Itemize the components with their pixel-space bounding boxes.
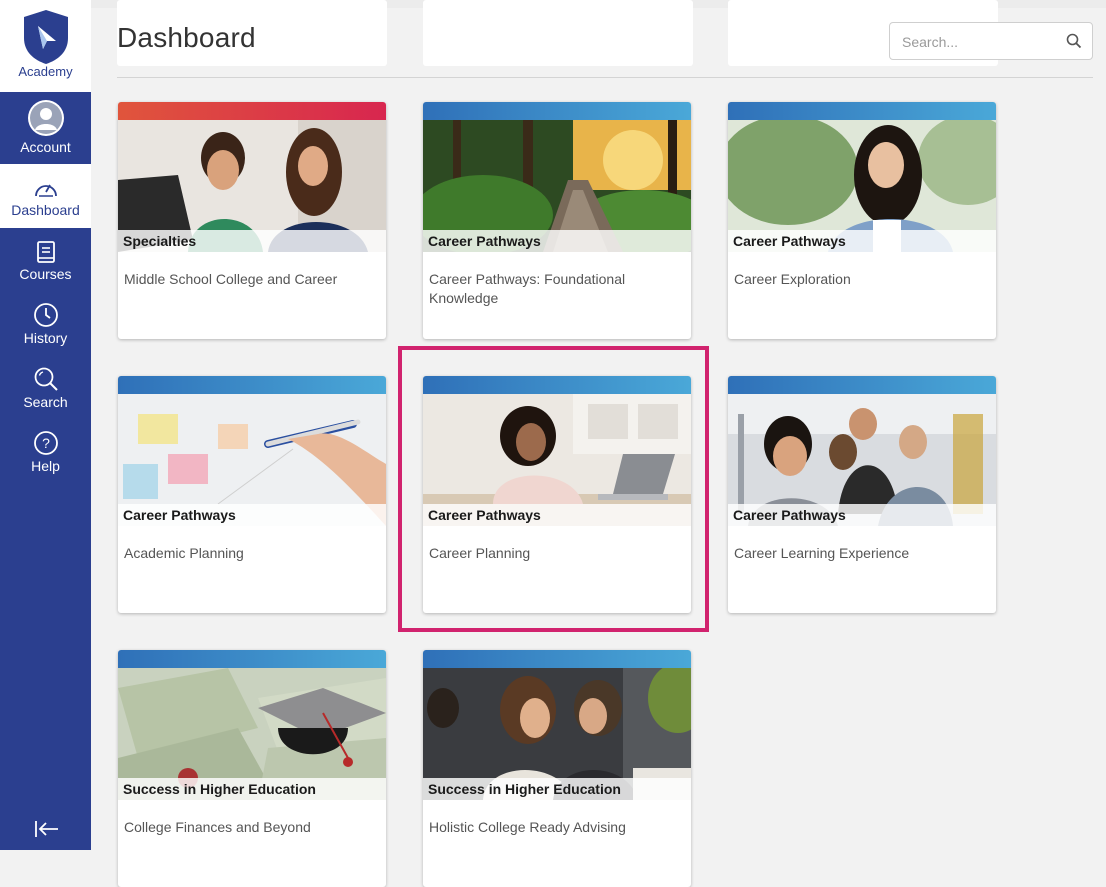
- sidebar-item-dashboard[interactable]: Dashboard: [0, 164, 91, 228]
- course-title: College Finances and Beyond: [124, 819, 311, 835]
- course-category: Specialties: [118, 230, 386, 252]
- magnifier-icon: [33, 362, 59, 392]
- course-title: Academic Planning: [124, 545, 244, 561]
- card-color-bar: [423, 650, 691, 668]
- course-image: Career Pathways: [423, 120, 691, 252]
- course-image: Specialties: [118, 120, 386, 252]
- sidebar-item-history[interactable]: History: [0, 292, 91, 356]
- sidebar-item-label: Search: [23, 394, 68, 410]
- brand-name: Academy: [18, 64, 73, 79]
- search-icon[interactable]: [1066, 33, 1082, 49]
- course-title: Holistic College Ready Advising: [429, 819, 626, 835]
- help-circle-icon: ?: [33, 426, 59, 456]
- clock-icon: [33, 298, 59, 328]
- sidebar-item-label: Dashboard: [11, 202, 80, 218]
- search-input[interactable]: [900, 31, 1054, 53]
- course-title: Career Learning Experience: [734, 545, 910, 561]
- card-color-bar: [118, 650, 386, 668]
- card-color-bar: [728, 376, 996, 394]
- brand-logo[interactable]: Academy: [0, 0, 91, 92]
- shield-logo-icon: [23, 10, 68, 64]
- course-title: Career Pathways: Foundational Knowledge: [429, 271, 626, 306]
- course-title: Career Exploration: [734, 271, 851, 287]
- card-color-bar: [118, 102, 386, 120]
- course-card[interactable]: Career Pathways Career Exploration: [728, 102, 996, 339]
- svg-text:?: ?: [42, 435, 50, 451]
- course-category: Success in Higher Education: [118, 778, 386, 800]
- card-color-bar: [118, 376, 386, 394]
- course-image: Success in Higher Education: [423, 668, 691, 800]
- course-category: Success in Higher Education: [423, 778, 691, 800]
- sidebar-item-label: Help: [31, 458, 60, 474]
- course-card[interactable]: Specialties Middle School College and Ca…: [118, 102, 386, 339]
- course-category: Career Pathways: [118, 504, 386, 526]
- card-color-bar: [728, 102, 996, 120]
- sidebar-item-label: Account: [20, 139, 71, 155]
- course-category: Career Pathways: [728, 504, 996, 526]
- course-card[interactable]: Career Pathways Academic Planning: [118, 376, 386, 613]
- course-image: Career Pathways: [118, 394, 386, 526]
- course-category: Career Pathways: [423, 504, 691, 526]
- speedometer-icon: [33, 170, 59, 200]
- course-category: Career Pathways: [423, 230, 691, 252]
- card-color-bar: [423, 376, 691, 394]
- course-image: Success in Higher Education: [118, 668, 386, 800]
- course-card[interactable]: Career Pathways Career Learning Experien…: [728, 376, 996, 613]
- collapse-left-icon: [35, 821, 58, 837]
- user-avatar-icon: [27, 99, 65, 137]
- course-image: Career Pathways: [423, 394, 691, 526]
- course-card[interactable]: Success in Higher Education College Fina…: [118, 650, 386, 887]
- course-card[interactable]: Success in Higher Education Holistic Col…: [423, 650, 691, 887]
- sidebar-item-search[interactable]: Search: [0, 356, 91, 420]
- sidebar-item-label: Courses: [19, 266, 72, 282]
- page-title: Dashboard: [117, 22, 256, 53]
- course-title: Career Planning: [429, 545, 531, 561]
- sidebar-item-account[interactable]: Account: [0, 96, 91, 160]
- course-category: Career Pathways: [728, 230, 996, 252]
- course-card[interactable]: Career Pathways Career Pathways: Foundat…: [423, 102, 691, 339]
- collapse-sidebar-button[interactable]: [30, 814, 64, 844]
- course-card[interactable]: Career Pathways Career Planning: [423, 376, 691, 613]
- search-box: [889, 22, 1093, 60]
- sidebar-item-courses[interactable]: Courses: [0, 228, 91, 292]
- course-image: Career Pathways: [728, 394, 996, 526]
- course-title: Middle School College and Career: [124, 271, 338, 287]
- sidebar-item-help[interactable]: ? Help: [0, 420, 91, 484]
- card-color-bar: [423, 102, 691, 120]
- sidebar-nav: Academy Account Dashboard Courses Histor…: [0, 0, 91, 850]
- book-icon: [36, 234, 56, 264]
- course-image: Career Pathways: [728, 120, 996, 252]
- sidebar-item-label: History: [23, 330, 68, 346]
- header-divider: [117, 77, 1093, 78]
